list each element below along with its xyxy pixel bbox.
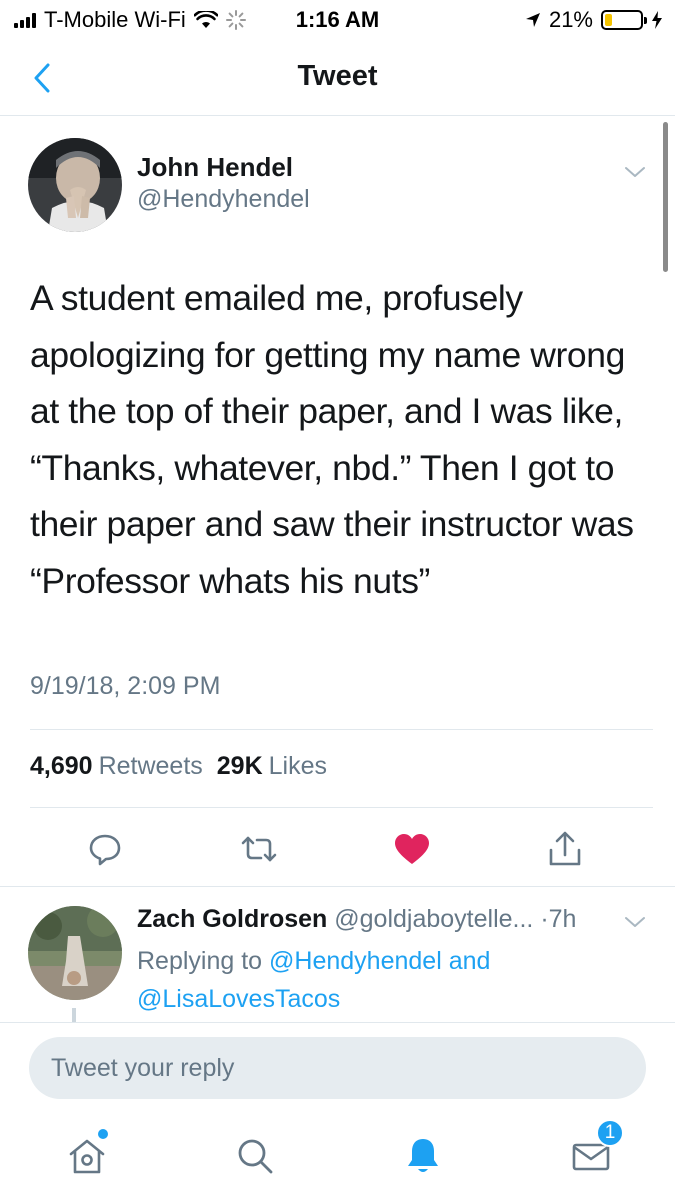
avatar-image	[28, 138, 122, 232]
retweets-label: Retweets	[98, 752, 203, 780]
likes-count: 29K	[216, 752, 263, 780]
like-button[interactable]	[387, 824, 437, 874]
home-new-dot	[98, 1129, 108, 1139]
tab-messages[interactable]: 1	[566, 1119, 624, 1181]
reply-icon	[89, 834, 121, 866]
battery-icon	[601, 10, 647, 30]
thread-line	[72, 1008, 76, 1022]
share-icon	[549, 831, 581, 866]
home-icon	[69, 1139, 105, 1174]
reply-input[interactable]	[29, 1037, 646, 1099]
likes-stat[interactable]: 29K Likes	[217, 752, 327, 781]
retweet-icon	[241, 836, 277, 862]
tab-home[interactable]	[62, 1129, 112, 1181]
reply-menu-button[interactable]	[623, 910, 647, 934]
battery-level	[605, 14, 613, 26]
divider	[0, 886, 675, 887]
tab-search[interactable]	[230, 1131, 280, 1181]
avatar-image	[28, 906, 122, 1000]
heart-icon	[395, 834, 429, 864]
divider	[30, 807, 653, 808]
reply-header: Zach Goldrosen @goldjaboytelle... ·7h	[137, 905, 576, 934]
tweet-actions	[0, 824, 675, 874]
tweet-menu-button[interactable]	[623, 160, 647, 184]
chevron-down-icon	[625, 167, 645, 177]
tweet-stats: 4,690 Retweets 29K Likes	[30, 752, 327, 781]
tab-notifications[interactable]	[398, 1131, 448, 1181]
author-avatar[interactable]	[28, 138, 122, 232]
mention-link[interactable]: @Hendyhendel	[269, 947, 442, 975]
divider	[30, 729, 653, 730]
author-handle[interactable]: @Hendyhendel	[137, 185, 310, 214]
retweets-stat[interactable]: 4,690 Retweets	[30, 752, 203, 781]
tweet-text: A student emailed me, profusely apologiz…	[30, 278, 634, 601]
reply-separator: ·	[540, 905, 549, 933]
reply-button[interactable]	[80, 824, 130, 874]
bottom-bar: 1	[0, 1022, 675, 1200]
reply-author-name[interactable]: Zach Goldrosen	[137, 905, 327, 933]
charging-bolt-icon	[652, 11, 662, 29]
messages-badge: 1	[596, 1119, 624, 1147]
status-bar: T-Mobile Wi-Fi 1:16 AM 21%	[0, 0, 675, 40]
notifications-icon	[408, 1139, 438, 1172]
replying-to: Replying to @Hendyhendel and @LisaLovesT…	[137, 942, 557, 1018]
nav-bar: Tweet	[0, 40, 675, 116]
battery-percent: 21%	[548, 7, 593, 32]
reply-age: 7h	[548, 905, 577, 933]
reply-author-handle[interactable]: @goldjaboytelle...	[334, 905, 533, 933]
retweet-button[interactable]	[234, 824, 284, 874]
chevron-down-icon	[625, 917, 645, 927]
share-button[interactable]	[540, 824, 590, 874]
author-name[interactable]: John Hendel	[137, 152, 293, 183]
mention-conjunction: and	[448, 947, 491, 975]
retweets-count: 4,690	[30, 752, 93, 780]
search-icon	[238, 1139, 273, 1174]
likes-label: Likes	[268, 752, 328, 780]
scrollbar-thumb[interactable]	[663, 122, 668, 272]
mention-link[interactable]: @LisaLovesTacos	[137, 985, 340, 1013]
replying-prefix: Replying to	[137, 947, 263, 975]
location-arrow-icon	[525, 13, 540, 27]
tweet-timestamp: 9/19/18, 2:09 PM	[30, 672, 221, 700]
reply-avatar[interactable]	[28, 906, 122, 1000]
page-title: Tweet	[297, 60, 378, 92]
